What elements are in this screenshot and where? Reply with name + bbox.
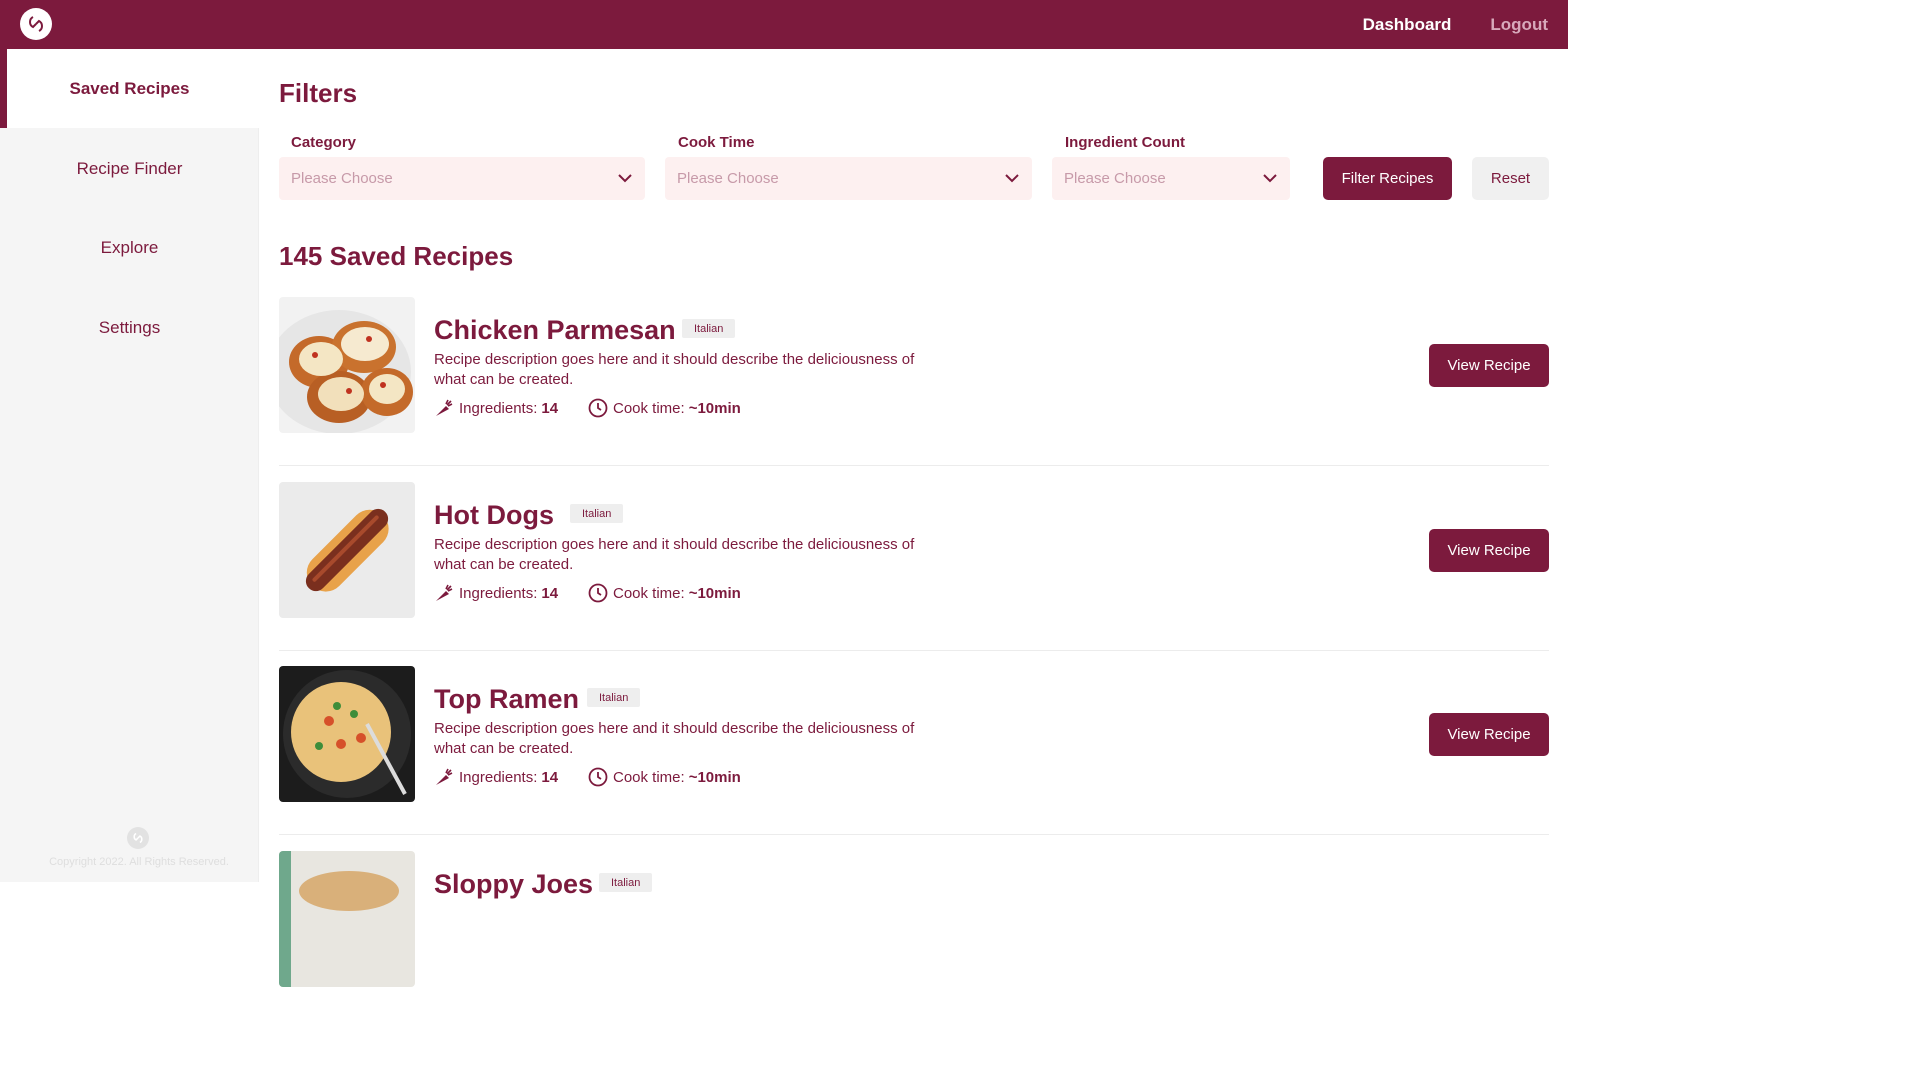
app-logo-icon[interactable] [20,8,52,40]
clock-icon [588,767,608,787]
ingredient-count-label: Ingredient Count [1065,134,1185,151]
chevron-down-icon [1005,174,1019,183]
ingredients-count: 14 [541,768,559,786]
sidebar-item-explore[interactable]: Explore [0,208,259,287]
recipe-description: Recipe description goes here and it shou… [434,720,915,757]
cook-time-info: Cook time: ~10min [588,583,741,603]
sidebar-item-saved-recipes[interactable]: Saved Recipes [0,49,259,128]
cuisine-tag: Italian [570,504,624,523]
cook-time-value: ~10min [688,768,741,786]
recipe-image[interactable] [279,666,415,802]
cook-time-info: Cook time: ~10min [588,767,741,787]
top-nav: Dashboard Logout [1363,0,1548,49]
cook-time-label: Cook Time [678,134,755,151]
sidebar-item-label: Recipe Finder [76,158,183,178]
ingredients-label: Ingredients: [459,584,538,602]
saved-count-title: 145 Saved Recipes [279,241,514,271]
divider [279,465,1549,466]
ingredient-count-placeholder: Please Choose [1064,170,1166,187]
dashboard-link[interactable]: Dashboard [1363,15,1452,35]
recipe-title[interactable]: Sloppy Joes [434,869,593,900]
sidebar: Saved Recipes Recipe Finder Explore Sett… [0,49,259,882]
cook-time-label-text: Cook time: [613,584,685,602]
recipe-description: Recipe description goes here and it shou… [434,536,915,573]
ingredients-count: 14 [541,584,559,602]
ingredients-info: Ingredients: 14 [434,767,558,787]
ingredients-label: Ingredients: [459,399,538,417]
ingredients-count: 14 [541,399,559,417]
recipe-image[interactable] [279,851,415,987]
recipe-title[interactable]: Chicken Parmesan [434,315,676,346]
recipe-image[interactable] [279,297,415,433]
recipe-item: Hot Dogs Italian Recipe description goes… [279,482,1549,667]
view-recipe-button[interactable]: View Recipe [1429,344,1549,387]
recipe-title[interactable]: Hot Dogs [434,500,554,531]
cuisine-tag: Italian [587,688,641,707]
carrot-icon [436,768,453,785]
recipe-item: Top Ramen Italian Recipe description goe… [279,666,1549,851]
recipe-title[interactable]: Top Ramen [434,684,579,715]
sidebar-item-settings[interactable]: Settings [0,288,259,367]
view-recipe-button[interactable]: View Recipe [1429,713,1549,756]
category-placeholder: Please Choose [291,170,393,187]
logout-link[interactable]: Logout [1490,15,1548,35]
cook-time-value: ~10min [688,584,741,602]
reset-button[interactable]: Reset [1472,157,1549,200]
footer-logo-icon [127,827,149,849]
ingredient-count-select[interactable]: Please Choose [1052,157,1290,200]
cook-time-placeholder: Please Choose [677,170,779,187]
view-recipe-button[interactable]: View Recipe [1429,529,1549,572]
cuisine-tag: Italian [599,873,653,892]
cook-time-select[interactable]: Please Choose [665,157,1032,200]
top-bar: Dashboard Logout [0,0,1568,49]
chevron-down-icon [1263,174,1277,183]
category-select[interactable]: Please Choose [279,157,645,200]
cook-time-label-text: Cook time: [613,768,685,786]
sidebar-item-recipe-finder[interactable]: Recipe Finder [0,129,259,208]
sidebar-item-label: Explore [100,237,159,257]
copyright-text: Copyright 2022. All Rights Reserved. [49,856,229,868]
sidebar-item-label: Settings [98,317,161,337]
recipe-item: Chicken Parmesan Italian Recipe descript… [279,297,1549,482]
cook-time-info: Cook time: ~10min [588,398,741,418]
cook-time-value: ~10min [688,399,741,417]
recipe-description: Recipe description goes here and it shou… [434,351,915,388]
filters-title: Filters [279,78,358,108]
category-label: Category [291,134,357,151]
filter-recipes-button[interactable]: Filter Recipes [1323,157,1452,200]
cook-time-label-text: Cook time: [613,399,685,417]
clock-icon [588,583,608,603]
carrot-icon [436,399,453,416]
sidebar-item-label: Saved Recipes [69,78,190,98]
ingredients-info: Ingredients: 14 [434,398,558,418]
ingredients-info: Ingredients: 14 [434,583,558,603]
cuisine-tag: Italian [682,319,736,338]
carrot-icon [436,584,453,601]
recipe-item: Sloppy Joes Italian [279,851,1549,1036]
chevron-down-icon [618,174,632,183]
ingredients-label: Ingredients: [459,768,538,786]
divider [279,834,1549,835]
divider [279,650,1549,651]
recipe-image[interactable] [279,482,415,618]
clock-icon [588,398,608,418]
